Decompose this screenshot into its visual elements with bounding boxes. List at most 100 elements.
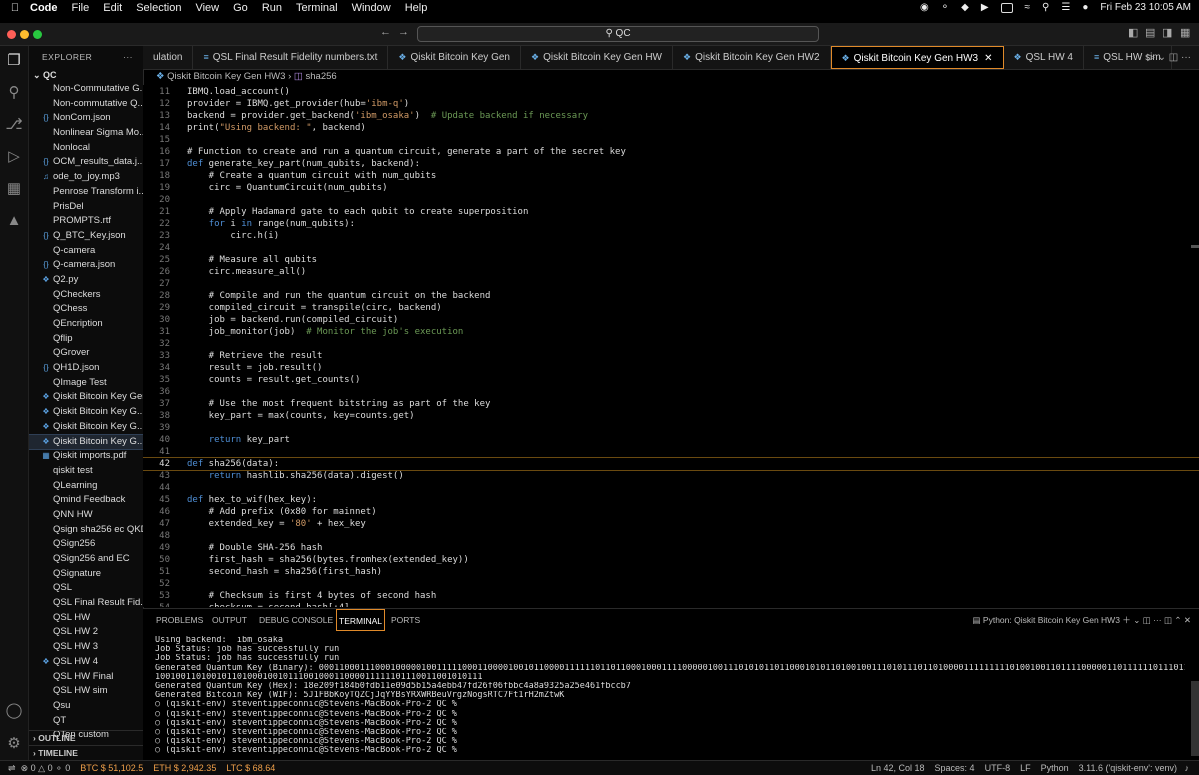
code-line[interactable]: 54 checksum = second_hash[:4] <box>143 602 1199 607</box>
app-menu[interactable]: Code <box>30 2 58 14</box>
language-mode[interactable]: Python <box>1041 763 1069 773</box>
close-window-button[interactable] <box>7 30 16 39</box>
toggle-sidebar-icon[interactable]: ◧ <box>1128 26 1138 39</box>
explorer-file-item[interactable]: PROMPTS.rtf <box>29 214 143 229</box>
explorer-file-item[interactable]: {} Q-camera.json <box>29 258 143 273</box>
toggle-panel-icon[interactable]: ▤ <box>1145 26 1155 39</box>
diamond-icon[interactable]: ◆ <box>961 2 969 13</box>
code-line[interactable]: 30 job = backend.run(compiled_circuit) <box>143 314 1199 326</box>
split-editor-icon[interactable]: ◫ <box>1169 52 1178 63</box>
tab-terminal[interactable]: TERMINAL <box>336 609 385 631</box>
code-line[interactable]: 25 # Measure all qubits <box>143 254 1199 266</box>
explorer-file-item[interactable]: Penrose Transform i... <box>29 185 143 200</box>
editor-tab[interactable]: ≡ QSL Final Result Fidelity numbers.txt <box>193 46 389 69</box>
explorer-file-item[interactable]: Qsu <box>29 699 143 714</box>
screen-record-icon[interactable]: ◉ <box>920 2 929 13</box>
code-line[interactable]: 53 # Checksum is first 4 bytes of second… <box>143 590 1199 602</box>
cursor-position[interactable]: Ln 42, Col 18 <box>871 763 925 773</box>
tab-ports[interactable]: PORTS <box>391 609 420 631</box>
explorer-file-item[interactable]: ❖ Q2.py <box>29 273 143 288</box>
code-line[interactable]: 13 backend = provider.get_backend('ibm_os… <box>143 110 1199 122</box>
editor-tab[interactable]: ❖ QSL HW 4 <box>1004 46 1084 69</box>
code-line[interactable]: 49 # Double SHA-256 hash <box>143 542 1199 554</box>
explorer-file-item[interactable]: QNN HW <box>29 508 143 523</box>
code-line[interactable]: 50 first_hash = sha256(bytes.fromhex(ext… <box>143 554 1199 566</box>
explorer-file-item[interactable]: {} OCM_results_data.j... <box>29 155 143 170</box>
explorer-file-item[interactable]: QSignature <box>29 567 143 582</box>
explorer-file-item[interactable]: QChess <box>29 302 143 317</box>
code-line[interactable]: 23 circ.h(i) <box>143 230 1199 242</box>
code-line[interactable]: 12 provider = IBMQ.get_provider(hub='ibm-… <box>143 98 1199 110</box>
code-line[interactable]: 11 IBMQ.load_account() <box>143 86 1199 98</box>
code-line[interactable]: 40 return key_part <box>143 434 1199 446</box>
menu-edit[interactable]: Edit <box>103 2 122 14</box>
command-center-search[interactable]: ⚲ QC <box>417 26 819 42</box>
explorer-file-item[interactable]: QImage Test <box>29 376 143 391</box>
code-line[interactable]: 32 <box>143 338 1199 350</box>
terminal-scrollbar[interactable] <box>1191 681 1199 756</box>
code-line[interactable]: 39 <box>143 422 1199 434</box>
code-line[interactable]: 37 # Use the most frequent bitstring as … <box>143 398 1199 410</box>
code-line[interactable]: 52 <box>143 578 1199 590</box>
chevron-down-icon[interactable]: ⌄ <box>1158 52 1166 63</box>
end-of-line[interactable]: LF <box>1020 763 1031 773</box>
explorer-file-item[interactable]: {} Q_BTC_Key.json <box>29 229 143 244</box>
editor-tab[interactable]: ❖ Qiskit Bitcoin Key Gen HW3 ✕ <box>830 46 1004 69</box>
editor-tab[interactable]: ❖ Qiskit Bitcoin Key Gen <box>388 46 521 69</box>
chevron-down-icon[interactable]: ⌄ <box>1133 615 1140 625</box>
menu-run[interactable]: Run <box>262 2 282 14</box>
breadcrumb-symbol[interactable]: sha256 <box>306 71 337 82</box>
forward-arrow-icon[interactable]: → <box>398 26 409 38</box>
settings-gear-icon[interactable]: ⚙ <box>4 734 24 754</box>
control-center-icon[interactable]: ☰ <box>1061 2 1070 13</box>
microphone-icon[interactable]: ⚬ <box>941 2 949 13</box>
explorer-file-item[interactable]: ▦ Qiskit imports.pdf <box>29 449 143 464</box>
new-terminal-plus-icon[interactable]: ＋ <box>1122 615 1131 625</box>
menu-window[interactable]: Window <box>352 2 391 14</box>
play-icon[interactable]: ▶ <box>981 2 989 13</box>
eth-price[interactable]: ETH $ 2,942.35 <box>153 763 216 773</box>
explorer-file-item[interactable]: ♫ ode_to_joy.mp3 <box>29 170 143 185</box>
explorer-file-item[interactable]: QSL HW 3 <box>29 640 143 655</box>
trash-icon[interactable]: ◫ <box>1164 615 1172 625</box>
terminal-name[interactable]: Python: Qiskit Bitcoin Key Gen HW3 <box>983 615 1120 625</box>
explorer-file-item[interactable]: QGrover <box>29 346 143 361</box>
python-interpreter[interactable]: 3.11.6 ('qiskit-env': venv) <box>1079 763 1177 773</box>
code-line[interactable]: 38 key_part = max(counts, key=counts.get… <box>143 410 1199 422</box>
code-editor[interactable]: 11 IBMQ.load_account() 12 provider = IBMQ.g… <box>143 85 1199 607</box>
source-control-icon[interactable]: ⎇ <box>4 115 24 135</box>
outline-section[interactable]: › OUTLINE <box>29 730 143 744</box>
explorer-file-item[interactable]: QSL Final Result Fid... <box>29 596 143 611</box>
code-line[interactable]: 28 # Compile and run the quantum circuit… <box>143 290 1199 302</box>
menu-view[interactable]: View <box>195 2 219 14</box>
code-line[interactable]: 35 counts = result.get_counts() <box>143 374 1199 386</box>
close-tab-icon[interactable]: ✕ <box>984 53 992 64</box>
explorer-file-item[interactable]: QSL HW 2 <box>29 625 143 640</box>
explorer-file-item[interactable]: Qflip <box>29 332 143 347</box>
explorer-file-item[interactable]: QSign256 and EC <box>29 552 143 567</box>
tab-output[interactable]: OUTPUT <box>212 609 247 631</box>
explorer-file-item[interactable]: PrisDel <box>29 200 143 215</box>
explorer-file-item[interactable]: {} NonCom.json <box>29 111 143 126</box>
code-line[interactable]: 14 print("Using backend: ", backend) <box>143 122 1199 134</box>
editor-tab[interactable]: ulation <box>143 46 194 69</box>
code-line[interactable]: 16 # Function to create and run a quantum… <box>143 146 1199 158</box>
menu-selection[interactable]: Selection <box>136 2 181 14</box>
explorer-file-item[interactable]: ❖ Qiskit Bitcoin Key G... <box>29 405 143 420</box>
apple-icon[interactable]:  <box>0 2 30 14</box>
code-line[interactable]: 33 # Retrieve the result <box>143 350 1199 362</box>
code-line[interactable]: 27 <box>143 278 1199 290</box>
terminal-output[interactable]: Using backend: ibm_osaka Job Status: job … <box>155 636 1185 755</box>
wifi-icon[interactable]: ≈ <box>1025 2 1031 13</box>
error-icon[interactable]: ⊗ <box>21 763 29 773</box>
code-line[interactable]: 36 <box>143 386 1199 398</box>
btc-price[interactable]: BTC $ 51,102.5 <box>80 763 143 773</box>
minimize-window-button[interactable] <box>20 30 29 39</box>
maximize-window-button[interactable] <box>33 30 42 39</box>
explorer-file-item[interactable]: Nonlocal <box>29 141 143 156</box>
code-line[interactable]: 15 <box>143 134 1199 146</box>
close-panel-icon[interactable]: ✕ <box>1184 615 1191 625</box>
code-line[interactable]: 31 job_monitor(job) # Monitor the job's … <box>143 326 1199 338</box>
search-icon[interactable]: ⚲ <box>4 83 24 103</box>
code-line[interactable]: 48 <box>143 530 1199 542</box>
